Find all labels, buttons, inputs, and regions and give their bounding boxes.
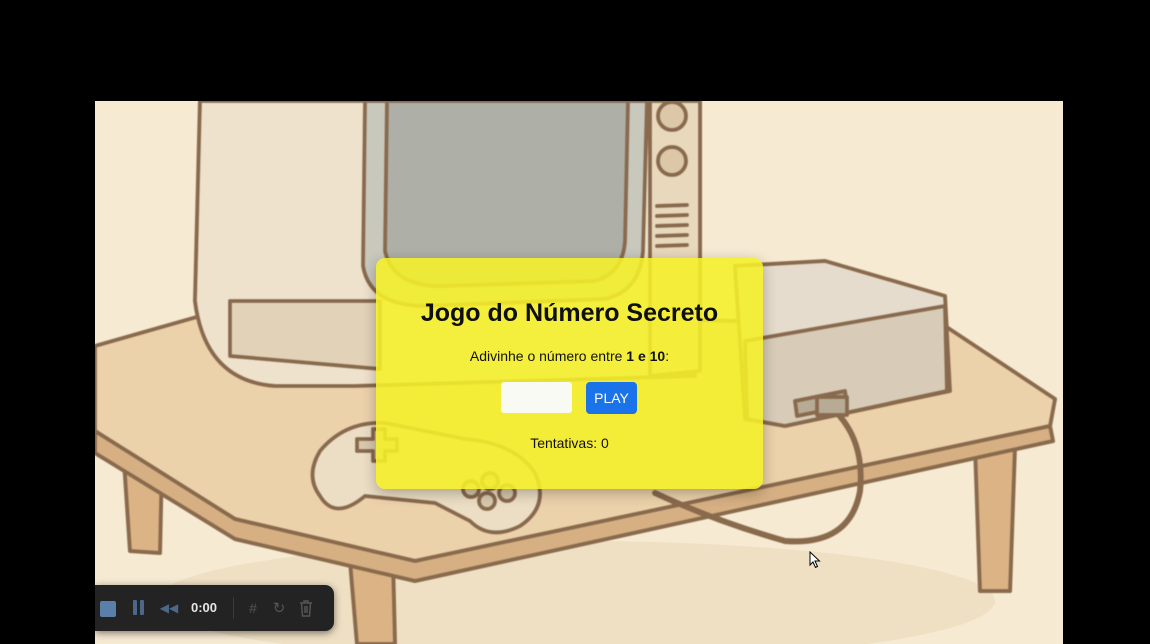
guess-input[interactable]	[501, 382, 572, 413]
game-viewport: Jogo do Número Secreto Adivinhe o número…	[95, 101, 1063, 644]
recording-time: 0:00	[191, 600, 218, 615]
game-instruction: Adivinhe o número entre 1 e 10:	[376, 348, 763, 364]
game-card: Jogo do Número Secreto Adivinhe o número…	[376, 258, 763, 489]
instruction-suffix: :	[665, 348, 670, 364]
mouse-cursor-icon	[809, 551, 821, 569]
stop-icon[interactable]	[95, 596, 120, 621]
instruction-range: 1 e 10	[626, 348, 666, 364]
pause-icon[interactable]	[131, 599, 145, 616]
instruction-prefix: Adivinhe o número entre	[469, 348, 627, 364]
recorder-divider	[233, 597, 234, 619]
rewind-icon[interactable]: ◀◀	[159, 601, 179, 615]
play-button[interactable]: PLAY	[586, 382, 637, 414]
grid-icon[interactable]: #	[245, 600, 261, 616]
game-title: Jogo do Número Secreto	[420, 299, 719, 327]
restart-icon[interactable]: ↻	[271, 600, 287, 617]
attempts-counter: Tentativas: 0	[530, 435, 609, 451]
trash-icon[interactable]	[299, 599, 313, 617]
screen-recorder-bar: ◀◀ 0:00 # ↻	[95, 585, 334, 631]
